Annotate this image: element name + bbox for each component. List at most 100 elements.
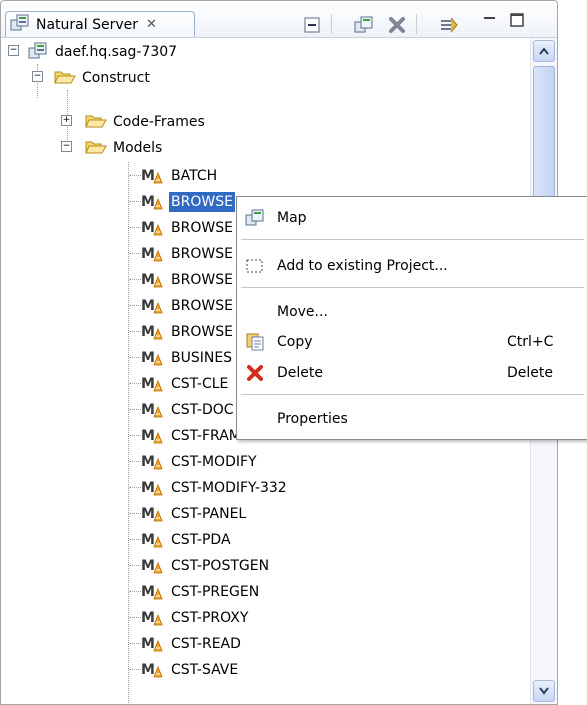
model-icon: M <box>141 166 163 184</box>
model-label: BUSINES <box>171 350 233 366</box>
tree-node-server[interactable]: − daef.hq.sag-7307 <box>1 38 531 64</box>
model-label: CST-PDA <box>171 532 231 548</box>
menu-label: Copy <box>277 334 313 350</box>
svg-text:M: M <box>141 298 155 314</box>
model-icon: M <box>141 192 163 210</box>
svg-text:M: M <box>141 246 155 262</box>
server-map-icon[interactable] <box>353 15 375 35</box>
svg-text:M: M <box>141 272 155 288</box>
menu-shortcut: Delete <box>507 365 553 381</box>
model-icon: M <box>141 322 163 340</box>
svg-text:M: M <box>141 402 155 418</box>
tree-node-model[interactable]: M CST-SAVE <box>1 656 531 682</box>
model-icon: M <box>141 374 163 392</box>
collapse-toggle[interactable]: − <box>61 141 72 152</box>
menu-label: Properties <box>277 411 348 427</box>
tab-label: Natural Server <box>36 16 138 33</box>
model-icon: M <box>141 634 163 652</box>
model-icon: M <box>141 504 163 522</box>
models-label: Models <box>113 140 163 156</box>
dotted-box-icon <box>245 257 265 275</box>
delete-icon <box>245 364 265 382</box>
expand-toggle[interactable]: + <box>61 115 72 126</box>
model-label: CST-READ <box>171 636 241 652</box>
model-icon: M <box>141 608 163 626</box>
view-title-bar: Natural Server ✕ <box>1 1 557 38</box>
svg-text:M: M <box>141 610 155 626</box>
menu-item-delete[interactable]: Delete Delete <box>237 358 587 388</box>
server-icon <box>28 42 48 60</box>
model-icon: M <box>141 270 163 288</box>
open-folder-icon <box>85 112 107 130</box>
svg-text:M: M <box>141 168 155 184</box>
svg-text:M: M <box>141 324 155 340</box>
menu-label: Add to existing Project... <box>277 258 448 274</box>
model-label: CST-MODIFY <box>171 454 257 470</box>
menu-item-copy[interactable]: Copy Ctrl+C <box>237 327 587 357</box>
tree-node-code-frames[interactable]: + Code-Frames <box>1 108 531 134</box>
scroll-down-button[interactable] <box>533 680 555 702</box>
model-icon: M <box>141 582 163 600</box>
model-icon: M <box>141 400 163 418</box>
context-menu: Map Add to existing Project... Move... C… <box>236 196 587 440</box>
scroll-up-button[interactable] <box>533 40 555 62</box>
model-label: BROWSE <box>171 220 233 236</box>
collapse-toggle[interactable]: − <box>8 45 19 56</box>
menu-label: Map <box>277 210 307 226</box>
collapse-all-icon[interactable] <box>301 15 323 35</box>
open-folder-icon <box>54 68 76 86</box>
model-label: BROWSE <box>171 298 233 314</box>
tree-node-model[interactable]: M CST-PROXY <box>1 604 531 630</box>
tree-node-models[interactable]: − Models <box>1 134 531 160</box>
model-label: CST-PANEL <box>171 506 247 522</box>
model-icon: M <box>141 244 163 262</box>
collapse-toggle[interactable]: − <box>32 71 43 82</box>
tree-node-model[interactable]: M CST-PDA <box>1 526 531 552</box>
svg-text:M: M <box>141 558 155 574</box>
model-icon: M <box>141 660 163 678</box>
tree-node-construct[interactable]: − Construct <box>1 64 531 90</box>
tree-node-model[interactable]: M CST-POSTGEN <box>1 552 531 578</box>
svg-text:M: M <box>141 506 155 522</box>
menu-label: Move... <box>277 304 328 320</box>
svg-text:M: M <box>141 480 155 496</box>
server-label: daef.hq.sag-7307 <box>55 44 178 60</box>
svg-text:M: M <box>141 194 155 210</box>
model-label: BROWSE <box>169 192 235 212</box>
model-label: BROWSE <box>171 246 233 262</box>
close-icon[interactable]: ✕ <box>146 17 157 32</box>
tree-node-model[interactable]: M CST-MODIFY <box>1 448 531 474</box>
minimize-icon[interactable] <box>479 9 501 29</box>
link-with-editor-icon[interactable] <box>438 15 460 35</box>
tree-node-model[interactable]: M CST-READ <box>1 630 531 656</box>
model-icon: M <box>141 556 163 574</box>
svg-text:M: M <box>141 532 155 548</box>
model-icon: M <box>141 530 163 548</box>
tree-node-model[interactable]: M CST-PREGEN <box>1 578 531 604</box>
tab-natural-server[interactable]: Natural Server ✕ <box>5 11 195 37</box>
code-frames-label: Code-Frames <box>113 114 205 130</box>
model-icon: M <box>141 218 163 236</box>
tree-node-model[interactable]: M CST-MODIFY-332 <box>1 474 531 500</box>
menu-item-properties[interactable]: Properties <box>237 404 587 434</box>
model-icon: M <box>141 296 163 314</box>
model-icon: M <box>141 348 163 366</box>
tree-node-model[interactable]: M BATCH <box>1 162 531 188</box>
model-label: CST-PREGEN <box>171 584 260 600</box>
model-label: CST-DOC <box>171 402 234 418</box>
menu-label: Delete <box>277 365 323 381</box>
svg-text:M: M <box>141 584 155 600</box>
svg-text:M: M <box>141 454 155 470</box>
menu-item-move[interactable]: Move... <box>237 297 587 327</box>
model-icon: M <box>141 478 163 496</box>
menu-item-add-to-project[interactable]: Add to existing Project... <box>237 251 587 281</box>
open-folder-icon <box>85 138 107 156</box>
model-label: CST-CLE <box>171 376 229 392</box>
maximize-icon[interactable] <box>506 10 528 30</box>
svg-text:M: M <box>141 662 155 678</box>
menu-item-map[interactable]: Map <box>237 203 587 233</box>
model-label: BATCH <box>171 168 218 184</box>
copy-icon <box>245 333 265 351</box>
delete-icon[interactable] <box>386 15 408 35</box>
tree-node-model[interactable]: M CST-PANEL <box>1 500 531 526</box>
